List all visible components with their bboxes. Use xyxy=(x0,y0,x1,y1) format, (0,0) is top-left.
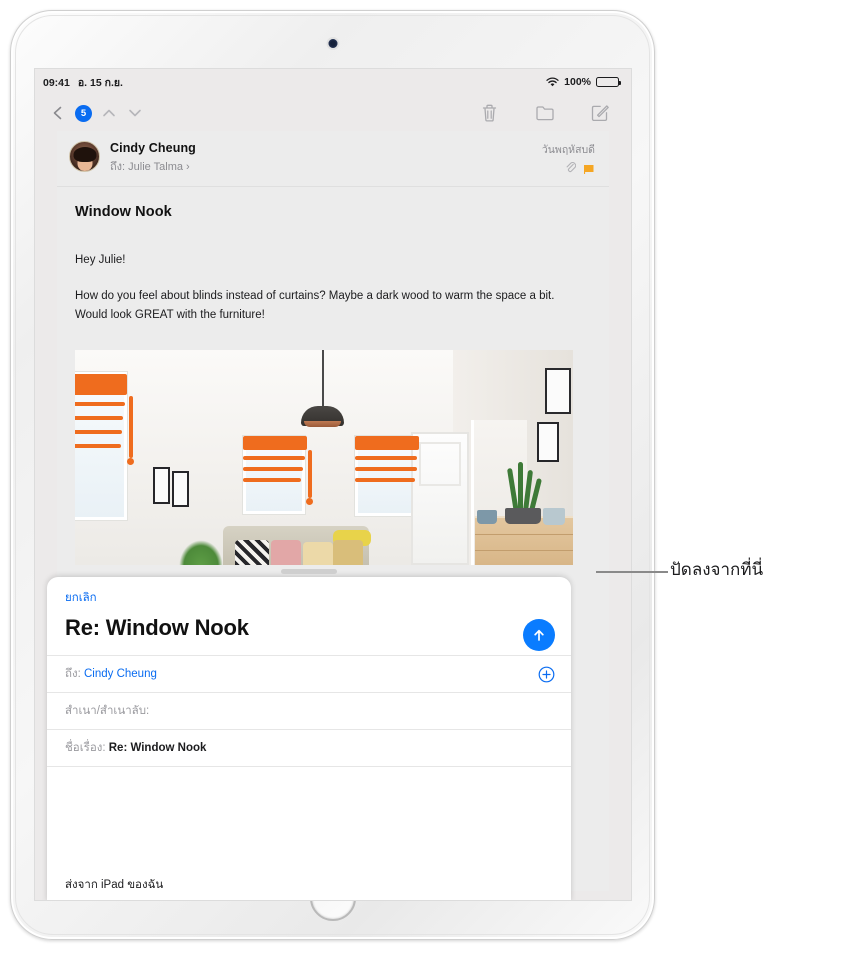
message-paragraph: How do you feel about blinds instead of … xyxy=(75,290,555,321)
sender-block[interactable]: Cindy Cheung ถึง: Julie Talma › xyxy=(69,141,196,175)
to-field-value: Cindy Cheung xyxy=(83,668,157,680)
chevron-up-icon[interactable] xyxy=(100,104,118,122)
battery-percent: 100% xyxy=(564,76,591,88)
compose-icon[interactable] xyxy=(590,103,609,123)
flag-icon xyxy=(583,162,595,174)
battery-icon xyxy=(596,77,621,87)
front-camera-icon xyxy=(328,39,337,48)
text-cursor xyxy=(65,900,66,901)
plus-circle-icon[interactable] xyxy=(538,666,555,683)
status-time: 09:41 xyxy=(43,76,70,89)
message-header: Cindy Cheung ถึง: Julie Talma › วันพฤหัส… xyxy=(57,131,609,187)
recipient-name: Julie Talma xyxy=(128,161,183,173)
subject-field-value: Re: Window Nook xyxy=(108,742,207,754)
status-bar: 09:41 อ. 15 ก.ย. 100% xyxy=(35,69,631,95)
status-bar-right: 100% xyxy=(546,76,621,88)
unread-count-badge[interactable]: 5 xyxy=(75,104,92,122)
message-subject: Window Nook xyxy=(75,204,172,220)
cancel-button[interactable]: ยกเลิก xyxy=(47,577,571,607)
compose-sheet: ยกเลิก Re: Window Nook ถึง: Cindy Cheung xyxy=(47,569,571,901)
ipad-device-frame: 09:41 อ. 15 ก.ย. 100% 5 Cindy Cheung ถึง… xyxy=(10,10,655,940)
chevron-down-icon[interactable] xyxy=(126,104,144,122)
ipad-screen: 09:41 อ. 15 ก.ย. 100% 5 Cindy Cheung ถึง… xyxy=(34,68,632,901)
toolbar-actions xyxy=(480,103,609,123)
trash-icon[interactable] xyxy=(480,103,499,123)
status-bar-left: 09:41 อ. 15 ก.ย. xyxy=(43,74,123,91)
to-field-row[interactable]: ถึง: Cindy Cheung xyxy=(47,655,571,692)
paperclip-icon xyxy=(565,161,577,174)
to-field-content: ถึง: Cindy Cheung xyxy=(65,665,157,683)
to-field-label: ถึง: xyxy=(65,668,81,680)
wifi-icon xyxy=(546,77,559,87)
navigation-group: 5 xyxy=(49,104,144,122)
callout-leader-line xyxy=(596,571,668,573)
recipient-row[interactable]: ถึง: Julie Talma › xyxy=(110,157,196,175)
sender-name: Cindy Cheung xyxy=(110,141,196,155)
subject-field-row[interactable]: ชื่อเรื่อง: Re: Window Nook xyxy=(47,729,571,766)
avatar xyxy=(69,141,100,172)
message-greeting: Hey Julie! xyxy=(75,254,126,266)
chevron-left-icon[interactable] xyxy=(49,104,67,122)
to-label: ถึง: xyxy=(110,161,126,173)
compose-body-field[interactable] xyxy=(47,766,571,876)
cc-bcc-field-row[interactable]: สำเนา/สำเนาลับ: xyxy=(47,692,571,729)
subject-field-content: ชื่อเรื่อง: Re: Window Nook xyxy=(65,739,206,757)
mail-toolbar: 5 xyxy=(35,95,631,131)
callout-label: ปัดลงจากที่นี่ xyxy=(670,560,764,580)
cc-bcc-field-label: สำเนา/สำเนาลับ: xyxy=(65,705,150,717)
folder-icon[interactable] xyxy=(535,103,554,123)
cc-bcc-field-content: สำเนา/สำเนาลับ: xyxy=(65,702,149,720)
status-date: อ. 15 ก.ย. xyxy=(77,76,123,89)
sheet-drag-handle[interactable] xyxy=(281,569,337,574)
subject-field-label: ชื่อเรื่อง: xyxy=(65,742,106,754)
sender-text-block: Cindy Cheung ถึง: Julie Talma › xyxy=(110,141,196,175)
message-header-right: วันพฤหัสบดี xyxy=(542,141,595,174)
message-header-icons xyxy=(542,161,595,174)
send-button[interactable] xyxy=(523,619,555,651)
send-arrow-icon xyxy=(534,629,544,641)
message-body: Window Nook Hey Julie! How do you feel a… xyxy=(57,187,609,565)
disclosure-icon: › xyxy=(186,161,190,173)
message-date: วันพฤหัสบดี xyxy=(541,144,595,156)
signature-text: ส่งจาก iPad ของฉัน xyxy=(65,879,164,891)
embedded-photo[interactable] xyxy=(75,349,573,565)
compose-title: Re: Window Nook xyxy=(65,615,249,640)
